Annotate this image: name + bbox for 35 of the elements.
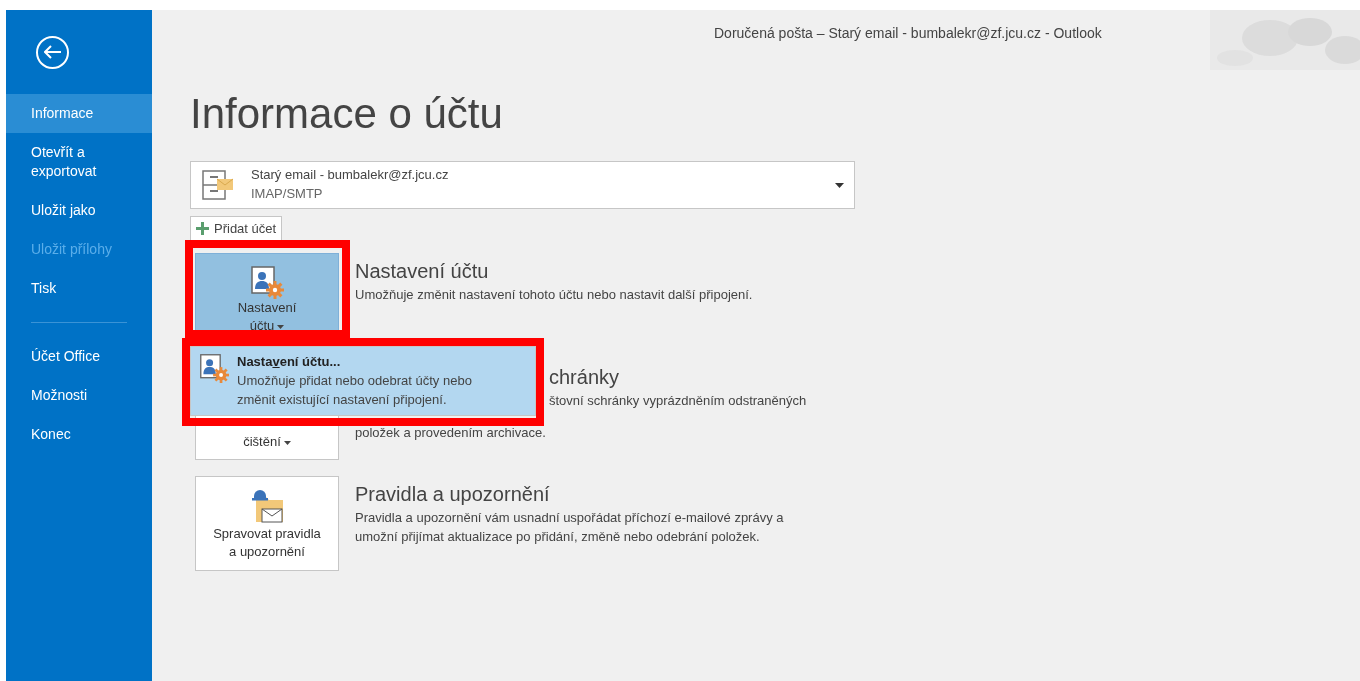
back-arrow-icon [43,45,62,59]
back-button[interactable] [36,35,69,69]
sidebar-item[interactable]: Uložit jako [6,191,152,230]
page-heading: Informace o účtu [190,90,504,138]
mail-cabinet-icon [201,168,235,202]
section-description: Umožňuje změnit nastavení tohoto účtu nebo nastavit další připojení. [355,286,753,304]
menu-item-label: Nastavení účtu... [237,353,342,371]
add-account-button[interactable]: Přidat účet [190,216,283,241]
menu-item-description: Umožňuje přidat nebo odebrat účty nebo [237,372,472,390]
sidebar-item[interactable]: Účet Office [6,337,152,376]
account-name: Starý email - bumbalekr@zf.jcu.cz [251,166,450,184]
account-type: IMAP/SMTP [251,185,324,203]
section-title: chránky [549,365,620,390]
caret-icon [283,440,291,445]
dropdown-caret-icon [835,182,844,188]
account-settings-icon [199,353,229,383]
section-title: Pravidla a upozornění [355,482,550,507]
plus-icon [196,222,209,235]
section-description: Pravidla a upozornění vám usnadní uspořádat příchozí e-mailové zprávy a [355,509,784,527]
window-title: Doručená pošta – Starý email - bumbalekr@zf.jcu.cz - Outlook [714,25,1102,41]
sidebar-item[interactable]: Otevřít a exportovat [6,133,152,191]
sidebar-item[interactable]: Možnosti [6,376,152,415]
caret-icon [277,324,285,329]
account-settings-icon [250,265,284,299]
menu-item-description: změnit existující nastavení připojení. [237,391,448,409]
sidebar-item[interactable]: Informace [6,94,152,133]
sidebar-item[interactable]: Tisk [6,269,152,308]
section-description: štovní schránky vyprázdněním odstraněných [549,392,807,410]
section-title: Nastavení účtu [355,259,489,284]
account-dropdown[interactable]: Starý email - bumbalekr@zf.jcu.cz IMAP/SMTP [190,161,855,209]
section-description: umožní přijímat aktualizace po přidání, změně nebo odebrání položek. [355,528,760,546]
section-button[interactable]: Spravovat pravidla a upozornění [195,476,339,571]
section-description: položek a provedením archivace. [355,424,546,442]
sidebar-item[interactable]: Konec [6,415,152,454]
menu-item[interactable]: Nastavení účtu... Umožňuje přidat nebo odebrat účty nebo změnit existující nastavení připojení. [191,347,535,415]
